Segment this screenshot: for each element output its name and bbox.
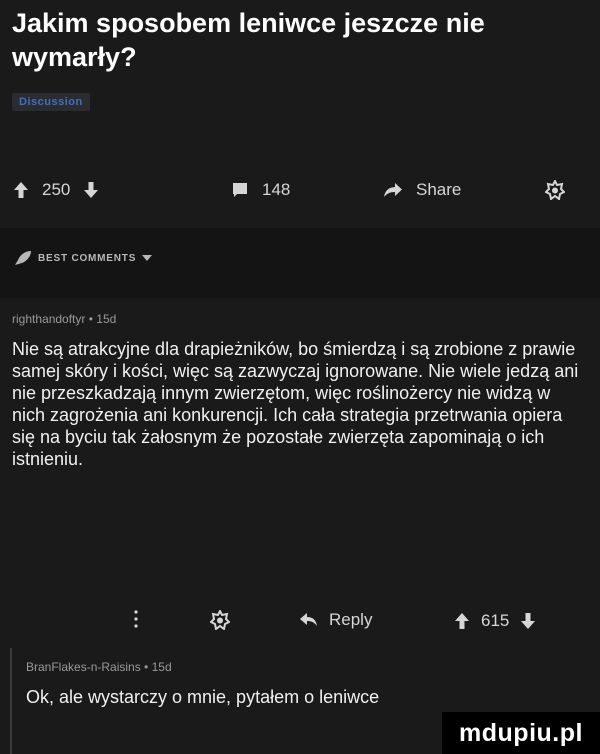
meta-separator: •	[88, 312, 93, 326]
thread-line[interactable]	[10, 648, 12, 754]
comment-meta: righthandoftyr • 15d	[12, 312, 116, 326]
reply-button[interactable]: Reply	[300, 610, 372, 630]
post-action-bar: 250 148 Share	[0, 170, 600, 210]
comment-text: Nie są atrakcyjne dla drapieżników, bo ś…	[12, 339, 579, 469]
downvote-icon[interactable]	[521, 613, 536, 629]
reply-text: Ok, ale wystarczy o mnie, pytałem o leni…	[26, 687, 380, 707]
site-watermark: mdupiu.pl	[442, 712, 600, 754]
comment-vote-group: 615	[455, 611, 536, 631]
comment-action-bar: Reply 615	[0, 606, 600, 636]
rocket-icon	[14, 250, 32, 266]
award-button[interactable]	[545, 180, 565, 200]
vote-group: 250	[14, 180, 99, 200]
comment-age: 15d	[96, 312, 117, 326]
upvote-icon[interactable]	[14, 182, 28, 198]
post-score: 250	[42, 180, 71, 199]
more-icon[interactable]	[134, 610, 138, 628]
reply-meta: BranFlakes-n-Raisins • 15d	[26, 660, 172, 674]
comment-score: 615	[481, 611, 510, 630]
comment-icon	[232, 182, 248, 198]
downvote-icon[interactable]	[84, 182, 99, 198]
chevron-down-icon	[142, 254, 153, 262]
post-title: Jakim sposobem leniwce jeszcze nie wymar…	[12, 8, 485, 72]
award-icon[interactable]	[210, 610, 230, 630]
share-icon	[384, 182, 402, 198]
sort-bar[interactable]: BEST COMMENTS	[0, 228, 600, 298]
meta-separator: •	[144, 660, 149, 674]
comment-author[interactable]: righthandoftyr	[12, 312, 85, 326]
reply-icon	[300, 613, 317, 627]
post-flair[interactable]: Discussion	[12, 93, 90, 111]
reply-label: Reply	[329, 610, 373, 629]
upvote-icon[interactable]	[455, 613, 469, 629]
share-button[interactable]: Share	[384, 180, 461, 200]
reply-age: 15d	[151, 660, 172, 674]
share-label: Share	[416, 180, 462, 199]
comments-button[interactable]: 148	[232, 180, 290, 200]
sort-selector[interactable]: BEST COMMENTS	[14, 250, 153, 266]
award-icon	[545, 180, 565, 200]
reply-author[interactable]: BranFlakes-n-Raisins	[26, 660, 141, 674]
comment-count: 148	[262, 180, 291, 199]
sort-label: BEST COMMENTS	[38, 252, 137, 264]
